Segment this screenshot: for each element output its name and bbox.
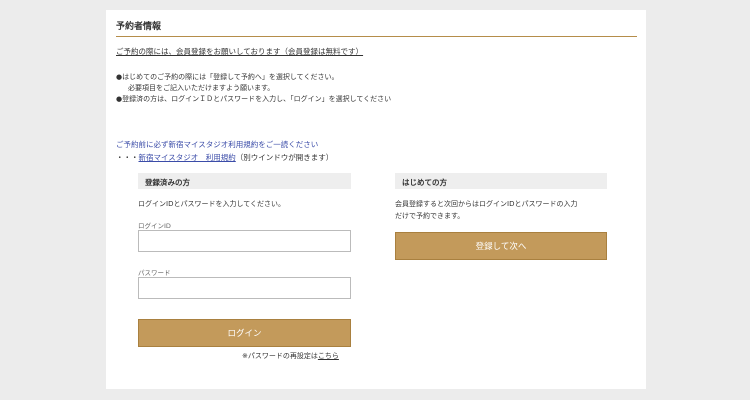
login-id-label: ログインID — [138, 222, 171, 230]
login-instruction: ログインIDとパスワードを入力してください。 — [138, 200, 286, 208]
register-description-line2: だけで予約できます。 — [395, 212, 465, 220]
login-button[interactable]: ログイン — [138, 319, 351, 347]
title-divider — [116, 36, 637, 37]
instruction-notes: ●はじめてのご予約の際には「登録して予約へ」を選択してください。 必要項目をご記… — [116, 72, 391, 105]
password-reset-link[interactable]: こちら — [318, 352, 339, 360]
first-time-users-header: はじめての方 — [395, 173, 607, 189]
page-title: 予約者情報 — [116, 22, 162, 32]
terms-read-notice: ご予約前に必ず新宿マイスタジオ利用規約をご一読ください — [116, 140, 319, 149]
password-label: パスワード — [138, 269, 171, 277]
note-registered-users: ●登録済の方は、ログインＩＤとパスワードを入力し、「ログイン」を選択してください — [116, 95, 392, 103]
member-registration-notice: ご予約の際には、会員登録をお願いしております（会員登録は無料です） — [116, 47, 364, 56]
password-input[interactable] — [138, 277, 351, 299]
password-reset-note: ※パスワードの再設定はこちら — [242, 351, 339, 361]
terms-of-use-link[interactable]: 新宿マイスタジオ 利用規約 — [139, 153, 236, 162]
terms-prefix: ・・・ — [116, 153, 139, 162]
register-description-line1: 会員登録すると次回からはログインIDとパスワードの入力 — [395, 200, 578, 208]
login-id-input[interactable] — [138, 230, 351, 252]
reservation-panel: 予約者情報 ご予約の際には、会員登録をお願いしております（会員登録は無料です） … — [106, 10, 646, 389]
note-required-fields: 必要項目をご記入いただけますよう願います。 — [128, 84, 275, 92]
register-next-button[interactable]: 登録して次へ — [395, 232, 607, 260]
registered-users-header: 登録済みの方 — [138, 173, 351, 189]
note-first-reservation: ●はじめてのご予約の際には「登録して予約へ」を選択してください。 — [116, 73, 339, 81]
terms-new-window-note: （別ウインドウが開きます） — [235, 153, 334, 162]
terms-line: ・・・新宿マイスタジオ 利用規約（別ウインドウが開きます） — [116, 152, 333, 163]
password-reset-text: ※パスワードの再設定は — [242, 352, 318, 360]
register-description: 会員登録すると次回からはログインIDとパスワードの入力 だけで予約できます。 — [395, 198, 610, 222]
